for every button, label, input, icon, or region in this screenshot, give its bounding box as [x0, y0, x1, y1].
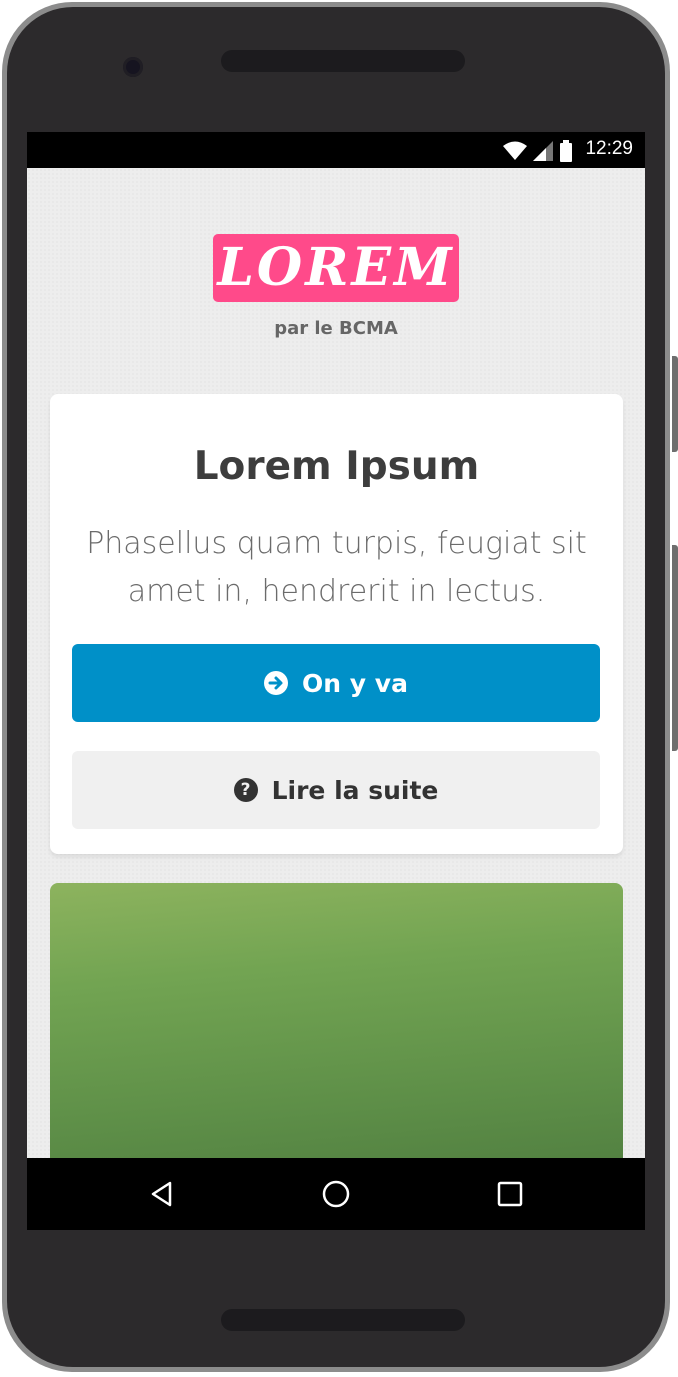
android-nav-bar — [27, 1158, 645, 1230]
arrow-circle-right-icon — [264, 671, 289, 695]
question-circle-icon: ? — [233, 778, 258, 802]
battery-icon — [560, 140, 572, 162]
card-text: Phasellus quam turpis, feugiat sit amet … — [86, 526, 587, 609]
volume-button — [672, 545, 678, 751]
status-icons — [503, 140, 573, 162]
on-y-va-label: On y va — [302, 668, 408, 698]
home-icon[interactable] — [318, 1176, 354, 1212]
on-y-va-button[interactable]: On y va — [72, 644, 600, 722]
wifi-icon — [503, 141, 527, 160]
back-icon[interactable] — [144, 1176, 180, 1212]
top-speaker — [221, 50, 465, 72]
app-logo: LOREM — [213, 234, 459, 302]
lire-la-suite-button[interactable]: ? Lire la suite — [72, 751, 600, 829]
power-button — [672, 356, 678, 452]
logo-text: LOREM — [217, 237, 455, 298]
lire-la-suite-label: Lire la suite — [271, 775, 439, 805]
status-bar: 12:29 — [27, 132, 645, 168]
bottom-speaker — [221, 1309, 465, 1331]
status-time: 12:29 — [585, 138, 633, 159]
tagline: par le BCMA — [274, 318, 398, 339]
app-content: LOREM par le BCMA Lorem Ipsum Phasellus … — [27, 168, 645, 1183]
card-title: Lorem Ipsum — [193, 444, 480, 489]
cell-signal-icon — [533, 141, 553, 161]
recents-icon[interactable] — [492, 1176, 528, 1212]
front-camera — [123, 57, 143, 77]
intro-card: Lorem Ipsum Phasellus quam turpis, feugi… — [50, 394, 623, 854]
feature-image — [50, 883, 623, 1183]
screen: 12:29 LOREM par le BCMA Lorem Ipsum Phas… — [27, 132, 645, 1230]
